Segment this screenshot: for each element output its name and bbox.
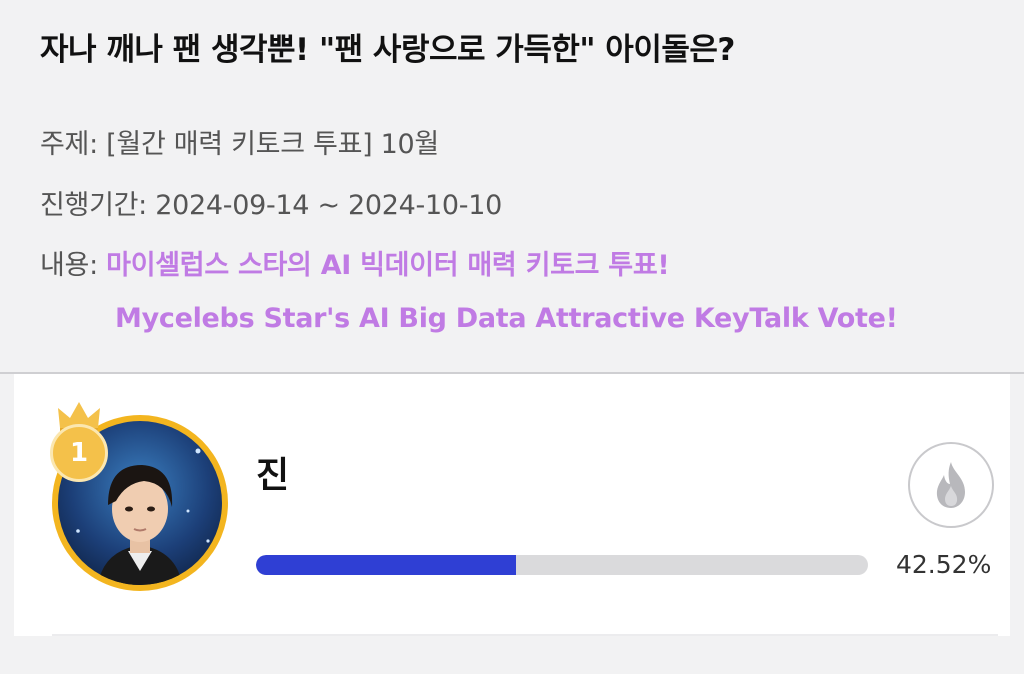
content-korean: 마이셀럽스 스타의 AI 빅데이터 매력 키토크 투표! xyxy=(106,250,670,281)
period-label: 진행기간: xyxy=(40,190,156,221)
idol-name: 진 xyxy=(256,455,290,496)
content-row: 내용: 마이셀럽스 스타의 AI 빅데이터 매력 키토크 투표! xyxy=(40,243,670,282)
row-divider xyxy=(52,634,998,636)
vote-header: 자나 깨나 팬 생각뿐! "팬 사랑으로 가득한" 아이돌은? 주제: [월간 … xyxy=(0,0,1024,372)
content-english: Mycelebs Star's AI Big Data Attractive K… xyxy=(115,303,898,334)
vote-progress-fill xyxy=(256,555,517,575)
rank-badge: 1 xyxy=(50,424,108,482)
period-row: 진행기간: 2024-09-14 ~ 2024-10-10 xyxy=(40,183,502,222)
period-value: 2024-09-14 ~ 2024-10-10 xyxy=(155,190,502,221)
flame-icon xyxy=(936,462,965,508)
vote-progress-bar xyxy=(256,555,868,575)
topic-value: [월간 매력 키토크 투표] 10월 xyxy=(106,129,439,160)
topic-label: 주제: xyxy=(40,129,107,160)
content-label: 내용: xyxy=(40,250,107,281)
page-title: 자나 깨나 팬 생각뿐! "팬 사랑으로 가득한" 아이돌은? xyxy=(40,32,735,68)
vote-button[interactable] xyxy=(908,442,994,528)
topic-row: 주제: [월간 매력 키토크 투표] 10월 xyxy=(40,122,439,161)
vote-percentage: 42.52% xyxy=(896,550,992,579)
